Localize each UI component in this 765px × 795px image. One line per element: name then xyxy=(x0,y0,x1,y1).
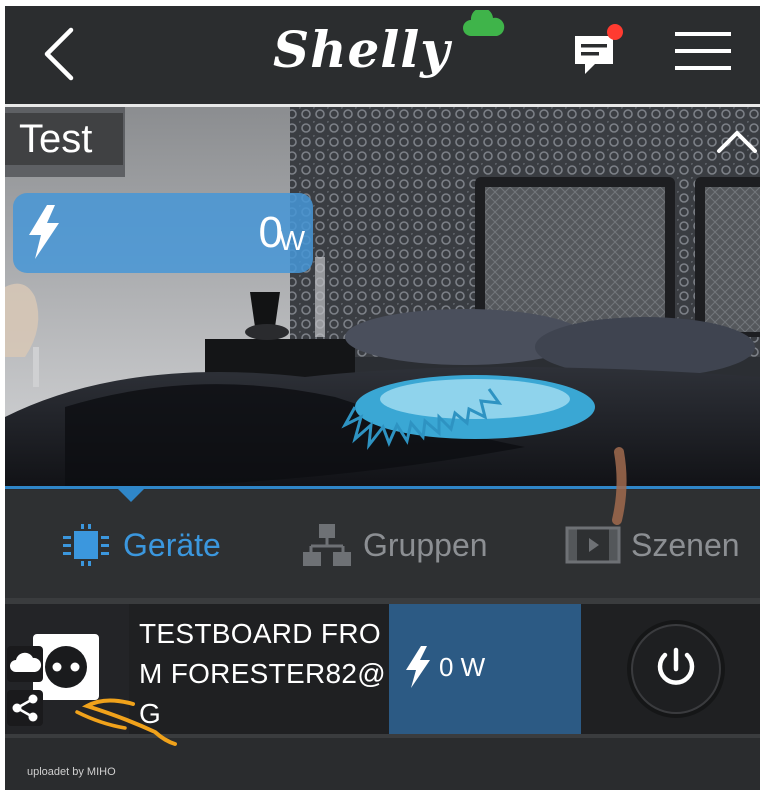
room-hero[interactable]: Test 0 W xyxy=(5,107,760,488)
tab-groups-label: Gruppen xyxy=(363,526,488,563)
device-power: 0 W xyxy=(389,604,581,734)
chevron-left-icon xyxy=(44,27,74,81)
tab-scenes-label: Szenen xyxy=(631,526,740,563)
menu-button[interactable] xyxy=(673,28,733,74)
room-power-unit: W xyxy=(278,225,305,256)
hamburger-menu-icon xyxy=(675,32,731,70)
tab-devices-label: Geräte xyxy=(123,526,221,563)
device-thumbnail xyxy=(5,604,129,734)
tab-devices[interactable]: Geräte xyxy=(59,520,221,570)
app-header: Shelly xyxy=(5,6,760,104)
chip-icon xyxy=(63,524,109,566)
back-button[interactable] xyxy=(35,24,85,84)
tab-scenes[interactable]: Szenen xyxy=(565,520,740,570)
app-screen: Shelly Test 0 W Geräte Gruppen Szenen TE… xyxy=(5,6,760,790)
device-power-value: 0 W xyxy=(439,652,486,682)
chat-bubble-icon xyxy=(575,24,623,74)
device-card[interactable]: TESTBOARD FROM FORESTER82@G 0 W xyxy=(5,604,760,734)
room-title: Test xyxy=(5,113,123,165)
shelly-logo: Shelly xyxy=(273,10,513,92)
power-icon xyxy=(627,620,725,718)
share-icon xyxy=(12,694,38,722)
active-tab-indicator xyxy=(117,488,145,502)
share-badge[interactable] xyxy=(7,690,43,726)
lightning-bolt-icon xyxy=(406,646,430,688)
notification-dot xyxy=(607,24,623,40)
footer-area: uploadet by MIHO xyxy=(5,738,760,790)
collapse-button[interactable] xyxy=(715,127,759,157)
notifications-button[interactable] xyxy=(571,22,631,80)
device-toggle-area xyxy=(581,604,760,734)
chevron-up-icon xyxy=(717,131,757,153)
lightning-bolt-icon xyxy=(29,205,59,259)
cloud-badge xyxy=(7,646,43,682)
device-power-toggle[interactable] xyxy=(625,618,727,720)
tab-groups[interactable]: Gruppen xyxy=(301,520,488,570)
logo-cloud-icon xyxy=(463,10,505,36)
device-name: TESTBOARD FROM FORESTER82@G xyxy=(139,618,387,729)
film-icon xyxy=(565,526,621,564)
logo-text: Shelly xyxy=(273,20,451,79)
cloud-icon xyxy=(10,652,42,672)
room-power-summary: 0 W xyxy=(13,193,313,273)
watermark-text: uploadet by MIHO xyxy=(27,766,116,778)
group-tree-icon xyxy=(303,524,351,566)
tab-bar: Geräte Gruppen Szenen xyxy=(5,490,760,598)
